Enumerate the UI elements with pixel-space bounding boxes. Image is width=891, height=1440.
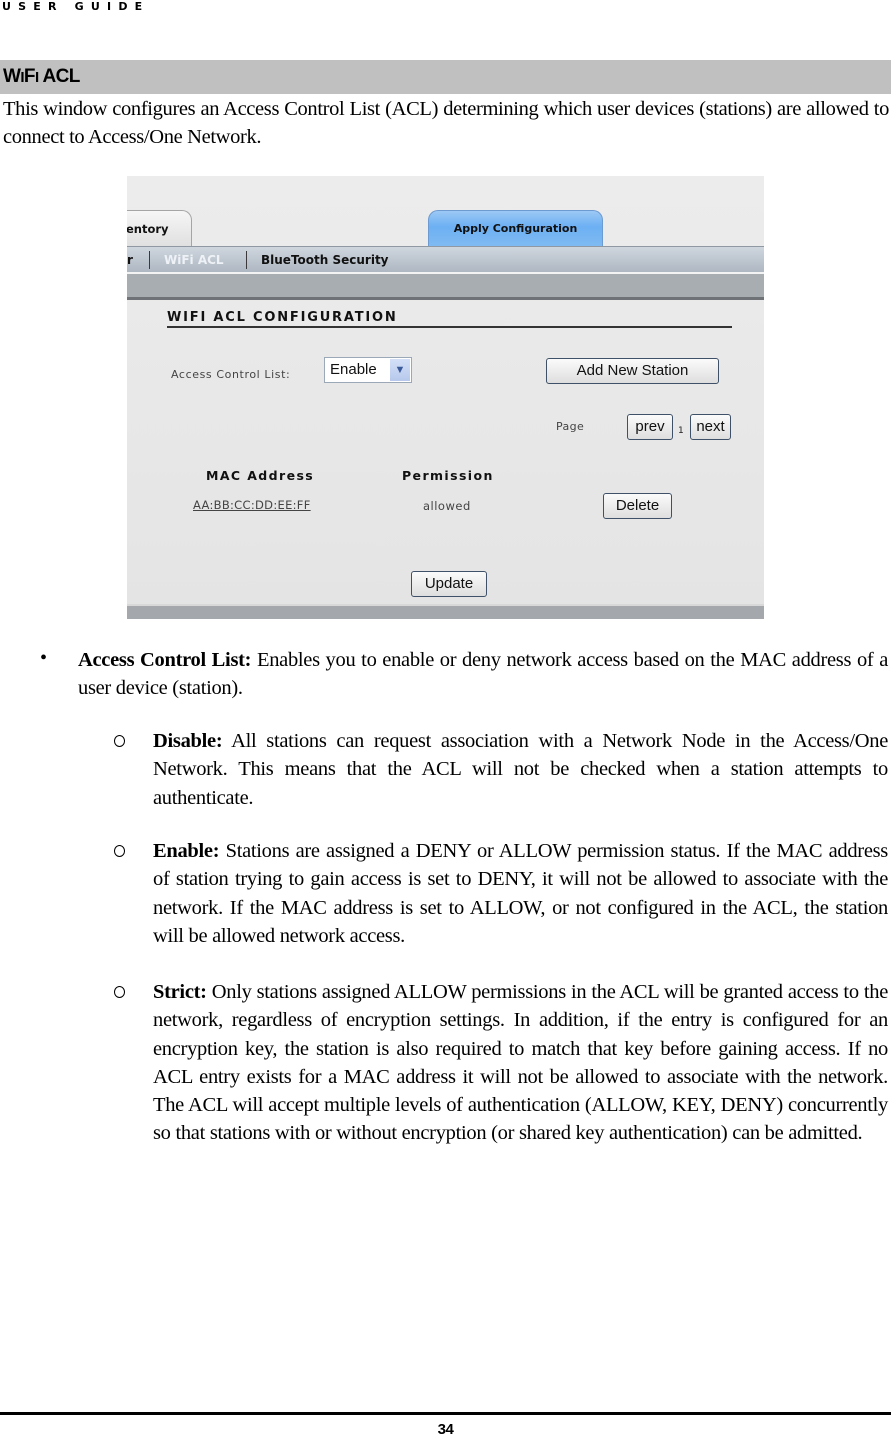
circle-bullet-icon [114,845,125,857]
sub-bullet-text: Only stations assigned ALLOW permissions… [153,981,888,1145]
circle-bullet-icon [114,735,125,747]
title-part: F [23,66,36,87]
sub-navigation: r WiFi ACL BlueTooth Security [127,246,764,274]
running-header: USER GUIDE [2,0,150,13]
sub-bullet-text: All stations can request association wit… [153,730,888,809]
current-page-number: 1 [678,426,685,436]
acl-label: Access Control List: [171,368,291,381]
tab-inventory[interactable]: entory [127,210,192,246]
subnav-item-bluetooth-security[interactable]: BlueTooth Security [261,253,389,267]
title-part: W [3,66,21,87]
config-title: WIFI ACL CONFIGURATION [167,310,398,325]
sub-bullet-text: Stations are assigned a DENY or ALLOW pe… [153,840,888,947]
bullet-access-control-list: Access Control List: Enables you to enab… [78,646,888,703]
bottom-band [127,604,764,619]
toolbar-band [127,274,764,300]
delete-button[interactable]: Delete [603,493,672,519]
subnav-separator [149,251,150,269]
mac-address-link[interactable]: AA:BB:CC:DD:EE:FF [193,498,311,512]
permission-value: allowed [423,499,471,513]
circle-bullet-icon [114,986,125,998]
section-heading-bar [0,60,891,94]
update-button[interactable]: Update [411,571,487,597]
sub-bullet-term: Disable: [153,730,223,752]
title-part: ACL [38,66,80,87]
chevron-down-icon[interactable]: ▼ [390,359,410,381]
section-title: WIFI ACL [3,66,80,88]
bullet-term: Access Control List: [78,649,252,671]
intro-paragraph: This window configures an Access Control… [3,98,889,148]
subnav-item-previous[interactable]: r [127,253,133,267]
column-header-mac: MAC Address [206,468,315,483]
footer-rule [0,1412,891,1415]
column-header-permission: Permission [402,468,494,483]
sub-bullet-term: Enable: [153,840,220,862]
page-label: Page [556,420,585,433]
tab-apply-configuration[interactable]: Apply Configuration [428,210,603,246]
sub-bullet-strict: Strict: Only stations assigned ALLOW per… [153,978,888,1148]
add-new-station-button[interactable]: Add New Station [546,358,719,384]
sub-bullet-term: Strict: [153,981,207,1003]
sub-bullet-disable: Disable: All stations can request associ… [153,727,888,812]
config-title-underline [167,326,732,328]
next-page-button[interactable]: next [690,414,731,440]
acl-select-value: Enable [330,361,377,378]
prev-page-button[interactable]: prev [627,414,673,440]
subnav-item-wifi-acl[interactable]: WiFi ACL [164,253,224,267]
bullet-icon: • [40,647,48,669]
wifi-acl-screenshot: entory Apply Configuration r WiFi ACL Bl… [127,176,764,619]
subnav-separator [246,251,247,269]
acl-select[interactable]: Enable ▼ [324,357,412,383]
sub-bullet-enable: Enable: Stations are assigned a DENY or … [153,837,888,950]
page-number: 34 [437,1421,454,1438]
